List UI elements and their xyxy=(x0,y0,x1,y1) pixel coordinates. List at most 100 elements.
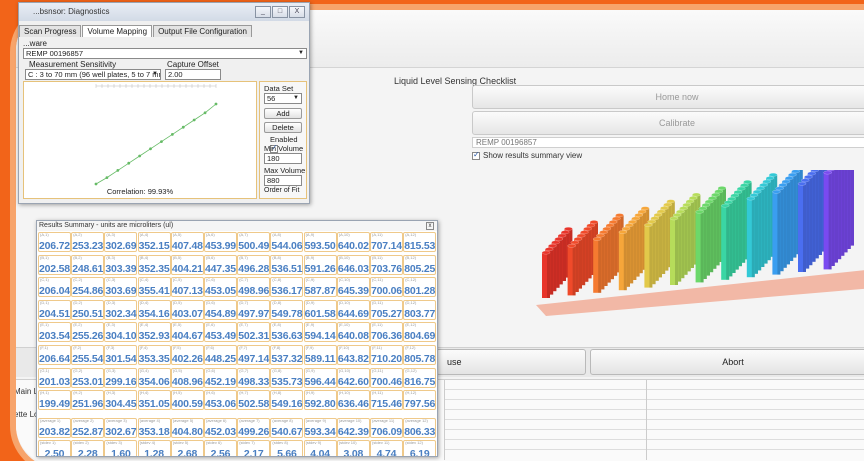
well-value-cell: (C,10) 645.39 xyxy=(336,277,370,298)
cell-value: 797.56 xyxy=(404,398,436,411)
cell-value: 407.48 xyxy=(171,240,203,252)
cell-value: 4.74 xyxy=(376,447,397,457)
close-icon[interactable]: X xyxy=(289,6,305,18)
well-value-cell: (B,9) 591.26 xyxy=(303,254,337,275)
capture-offset-input[interactable]: 2.00 xyxy=(165,69,221,80)
cell-tag: (B,2) xyxy=(73,254,82,260)
max-volume-label: Max Volume xyxy=(264,166,306,175)
calibration-plot: Correlation: 99.93% xyxy=(23,81,257,199)
well-value-cell: (E,11) 706.36 xyxy=(370,322,403,343)
cell-value: 706.36 xyxy=(371,330,402,343)
tab-volume-mapping[interactable]: Volume Mapping xyxy=(82,25,153,37)
tab-scan-progress[interactable]: Scan Progress xyxy=(19,25,82,37)
cell-value: 251.96 xyxy=(72,398,104,411)
cell-value: 353.35 xyxy=(138,353,170,365)
cell-tag: (C,1) xyxy=(40,277,49,283)
cell-tag: (H,8) xyxy=(272,390,282,396)
well-value-cell: (B,7) 496.28 xyxy=(237,254,271,275)
cell-value: 536.17 xyxy=(271,285,303,298)
pause-button[interactable]: use xyxy=(436,349,586,375)
well-value-cell: (C,5) 407.13 xyxy=(170,277,204,298)
well-value-cell: (G,10) 642.60 xyxy=(336,367,370,388)
calibrate-button[interactable]: Calibrate xyxy=(472,111,864,135)
well-value-cell: (H,1) 199.49 xyxy=(38,390,71,411)
home-now-button[interactable]: Home now xyxy=(472,85,864,109)
cell-value: 299.16 xyxy=(105,375,137,388)
well-value-cell: (D,2) 250.51 xyxy=(71,299,105,320)
cell-tag: (D,5) xyxy=(172,299,182,305)
well-cylinder xyxy=(746,196,756,278)
cell-value: 816.75 xyxy=(404,375,436,388)
cell-value: 351.05 xyxy=(138,398,170,411)
checkbox-icon[interactable] xyxy=(472,150,480,160)
cell-tag: (E,2) xyxy=(73,322,82,328)
average-cell: (average 4) 353.18 xyxy=(137,418,171,439)
cell-tag: (stdev 10) xyxy=(338,439,357,445)
well-cylinder xyxy=(695,209,704,283)
sensitivity-label: Measurement Sensitivity xyxy=(29,60,117,69)
chevron-down-icon: ▼ xyxy=(293,95,299,101)
tab-output-file-configuration[interactable]: Output File Configuration xyxy=(153,25,252,37)
well-cylinder xyxy=(772,189,781,275)
cell-value: 404.67 xyxy=(171,330,203,343)
results-title-text: Results Summary - units are microliters … xyxy=(39,222,174,229)
cell-tag: (G,3) xyxy=(106,367,116,373)
well-value-cell: (D,5) 403.07 xyxy=(170,299,204,320)
cell-tag: (G,8) xyxy=(272,367,282,373)
cell-value: 254.86 xyxy=(72,285,104,298)
cell-value: 499.26 xyxy=(238,426,270,439)
sensitivity-select[interactable]: C : 3 to 70 mm (96 well plates, 5 to 7 m… xyxy=(25,69,161,80)
cell-tag: (stdev 5) xyxy=(172,439,189,445)
abort-button[interactable]: Abort xyxy=(590,349,864,375)
well-cylinder xyxy=(823,170,832,270)
cv-cell: (stdev 3) 1.60 xyxy=(104,439,138,456)
well-value-cell: (A,11) 707.14 xyxy=(370,232,403,252)
well-value-cell: (G,7) 498.33 xyxy=(237,367,271,388)
minimize-icon[interactable]: _ xyxy=(255,6,271,18)
max-volume-input[interactable]: 880 xyxy=(264,175,302,186)
average-cell: (average 1) 203.82 xyxy=(38,418,71,439)
well-cylinder xyxy=(720,203,730,280)
results-title: Results Summary - units are microliters … xyxy=(37,221,437,231)
cell-value: 2.28 xyxy=(77,447,98,457)
cell-tag: (F,10) xyxy=(338,345,350,350)
cell-tag: (F,8) xyxy=(272,345,281,350)
hardware-select[interactable]: REMP 00196857 ▼ xyxy=(23,48,307,59)
well-value-cell: (B,2) 248.61 xyxy=(71,254,105,275)
min-volume-input[interactable]: 180 xyxy=(264,153,302,164)
cell-tag: (D,4) xyxy=(139,299,149,305)
cell-tag: (F,2) xyxy=(73,345,82,350)
cell-value: 536.51 xyxy=(271,262,303,275)
show-summary-checkbox[interactable]: Show results summary view xyxy=(472,150,582,160)
cell-tag: (A,8) xyxy=(272,232,282,237)
cv-cell: (stdev 7) 2.17 xyxy=(237,439,271,456)
delete-button[interactable]: Delete xyxy=(264,122,302,133)
cell-tag: (A,12) xyxy=(405,232,417,237)
cell-value: 206.04 xyxy=(39,285,70,298)
cell-tag: (average 1) xyxy=(40,418,61,424)
cell-value: 301.54 xyxy=(105,353,137,365)
cell-value: 707.14 xyxy=(371,240,402,252)
well-value-cell: (B,10) 646.03 xyxy=(336,254,370,275)
well-value-cell: (D,3) 302.34 xyxy=(104,299,138,320)
well-value-cell: (C,2) 254.86 xyxy=(71,277,105,298)
dataset-select[interactable]: 56 ▼ xyxy=(264,93,302,104)
average-cell: (average 3) 302.67 xyxy=(104,418,138,439)
well-value-cell: (A,4) 352.15 xyxy=(137,232,171,252)
cell-value: 805.25 xyxy=(404,262,436,275)
cell-tag: (D,3) xyxy=(106,299,116,305)
well-value-cell: (C,8) 536.17 xyxy=(270,277,304,298)
cell-value: 206.72 xyxy=(39,240,70,252)
cell-tag: (F,9) xyxy=(305,345,314,350)
cell-value: 2.50 xyxy=(44,447,65,457)
average-cell: (average 5) 404.80 xyxy=(170,418,204,439)
average-cell: (average 2) 252.87 xyxy=(71,418,105,439)
well-value-cell: (H,9) 592.80 xyxy=(303,390,337,411)
add-button[interactable]: Add xyxy=(264,108,302,119)
cell-tag: (B,8) xyxy=(272,254,282,260)
cell-value: 202.58 xyxy=(39,262,70,275)
cell-tag: (D,7) xyxy=(239,299,249,305)
well-value-cell: (E,9) 594.14 xyxy=(303,322,337,343)
maximize-icon[interactable]: □ xyxy=(272,6,288,18)
close-icon[interactable]: x xyxy=(426,222,434,230)
